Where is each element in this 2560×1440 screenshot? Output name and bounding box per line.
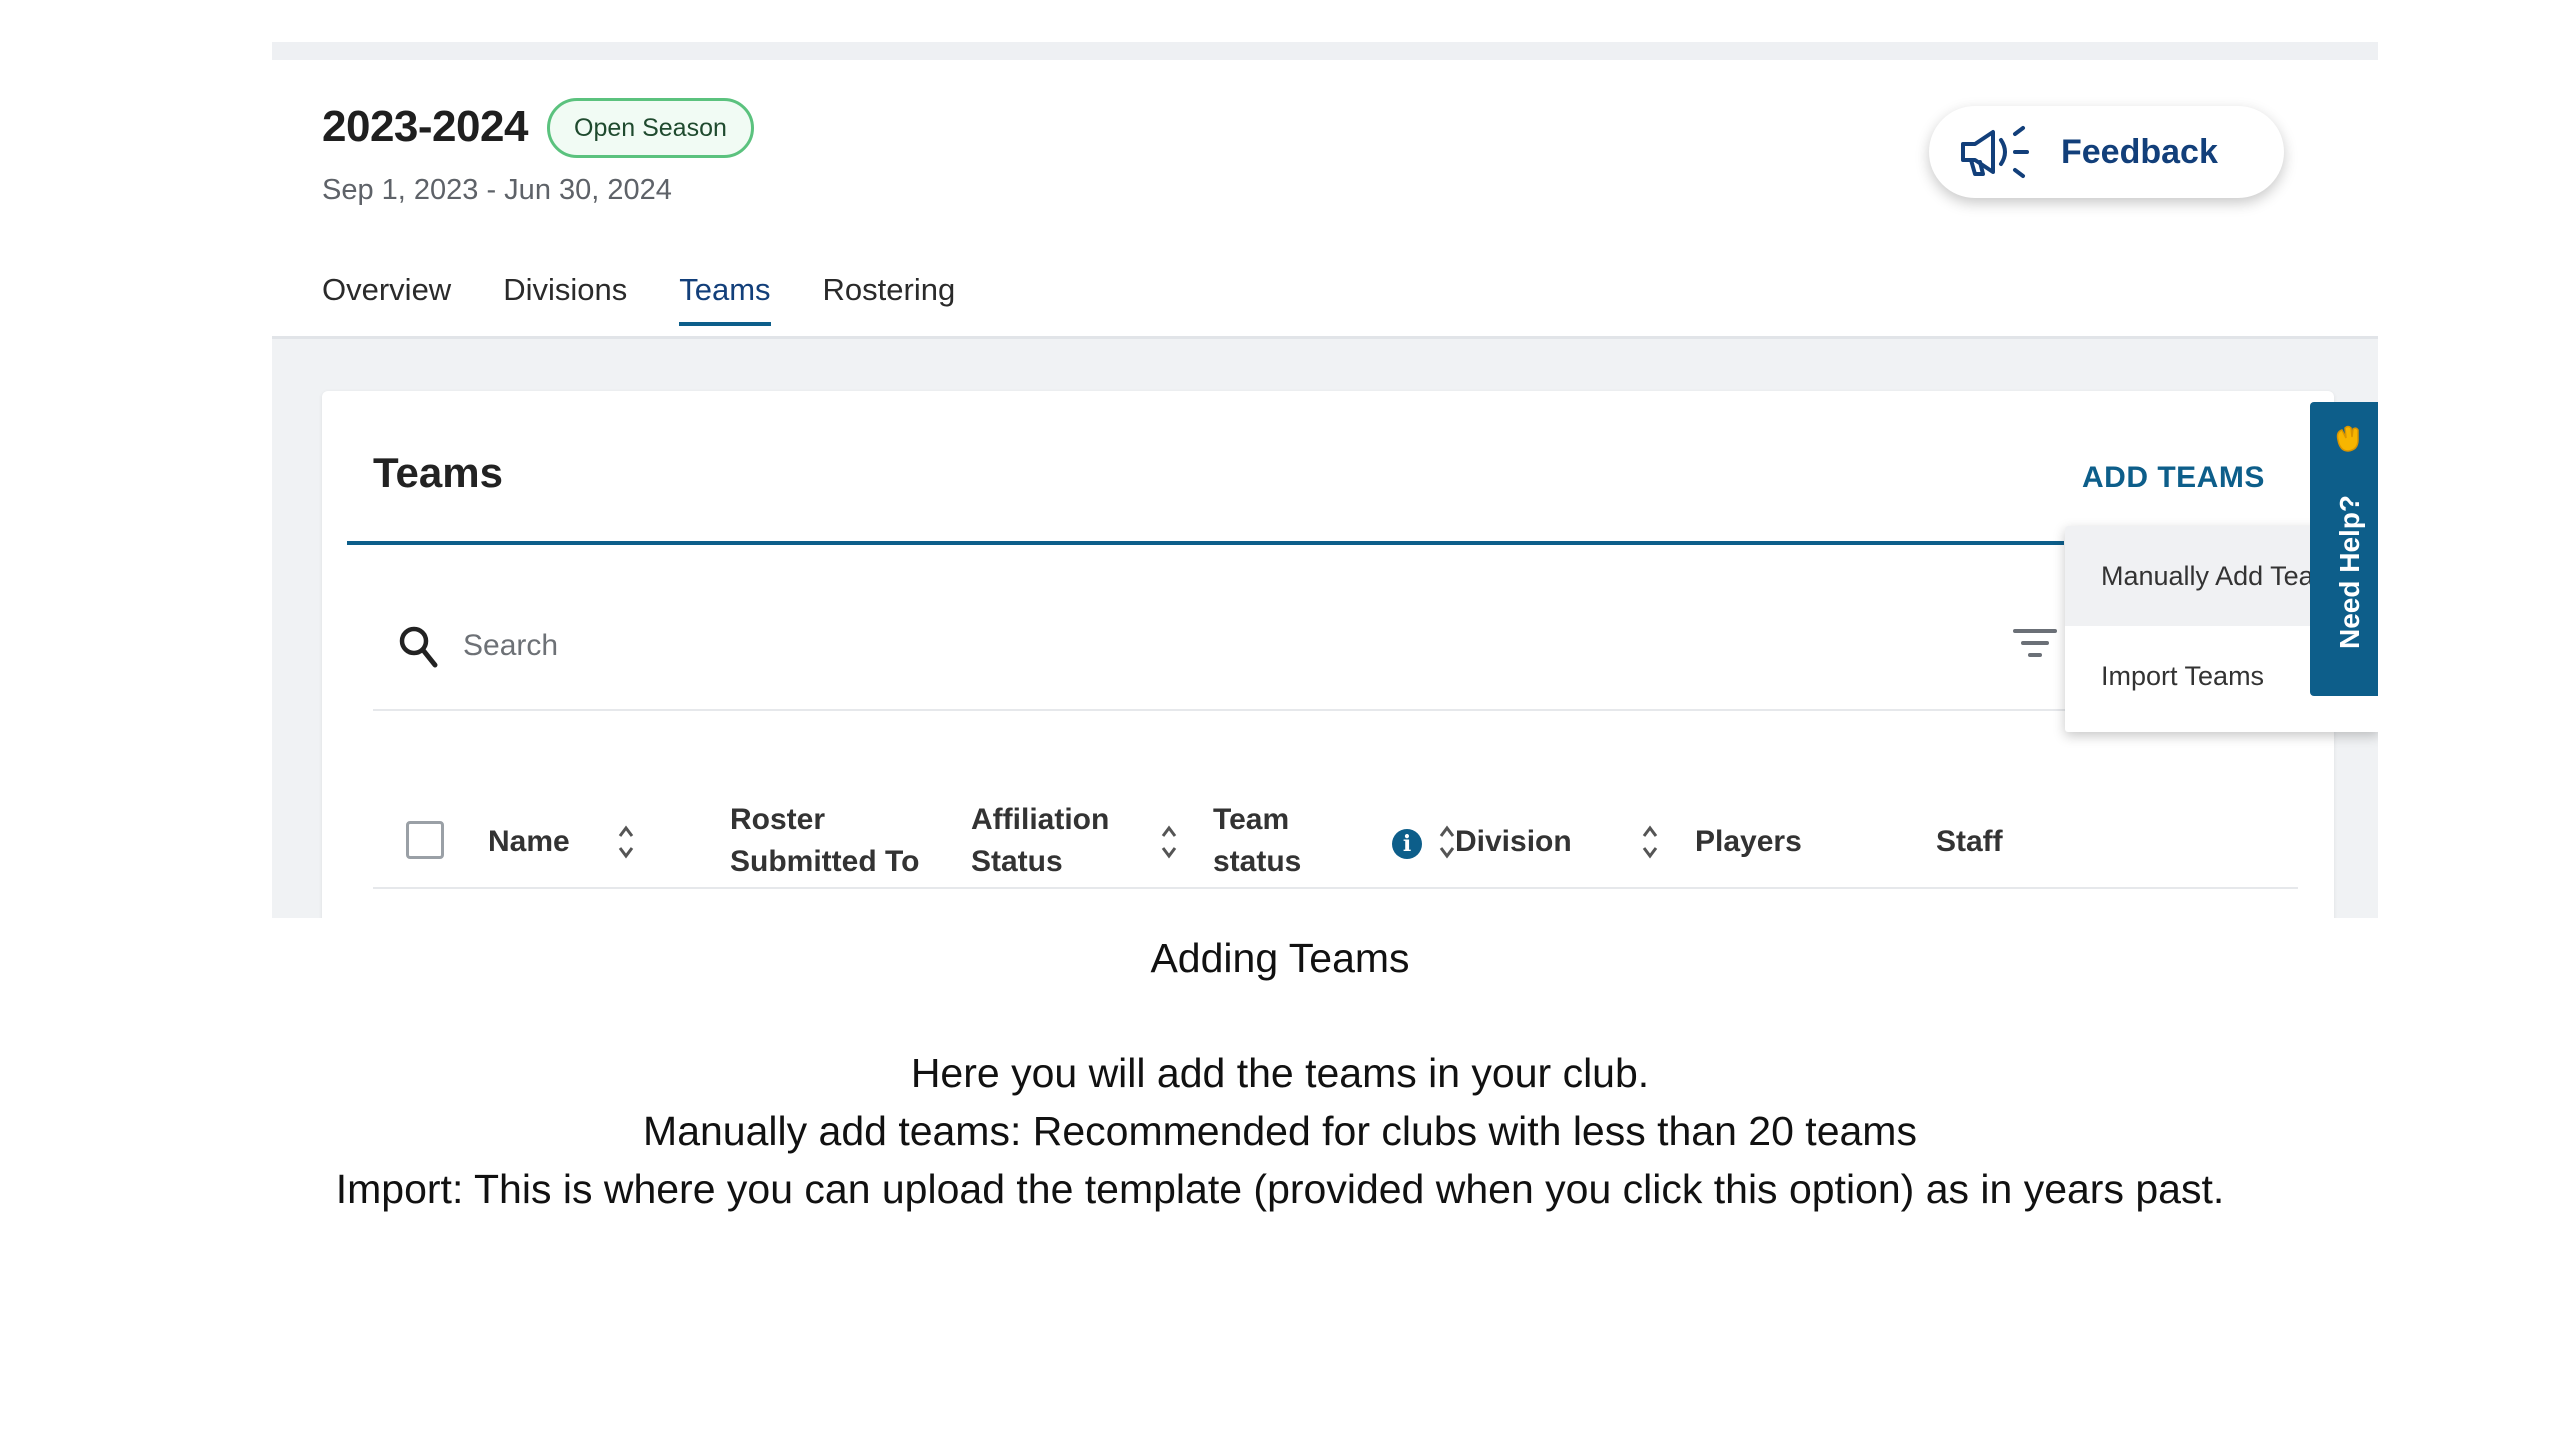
teams-card: Teams ADD TEAMS Name [322,391,2334,918]
search-bar [373,591,2073,711]
need-help-tab[interactable]: Need Help? [2310,402,2378,696]
column-header-players: Players [1695,821,1802,863]
season-dates: Sep 1, 2023 - Jun 30, 2024 [322,174,672,206]
column-label: Name [488,825,570,858]
filter-icon[interactable] [2013,625,2057,661]
column-label: status [1213,845,1302,878]
need-help-label: Need Help? [2334,494,2365,650]
search-icon [399,626,438,668]
sort-icon[interactable] [1640,823,1660,861]
column-label: Status [971,845,1063,878]
column-header-staff: Staff [1936,821,2003,863]
column-header-name[interactable]: Name [488,821,570,863]
screenshot-panel: 2023-2024 Open Season Sep 1, 2023 - Jun … [272,42,2378,918]
tab-divisions[interactable]: Divisions [503,270,627,326]
column-label: Submitted To [730,845,920,878]
season-title: 2023-2024 [322,102,528,151]
info-icon[interactable]: i [1392,829,1422,859]
caption-title: Adding Teams [1150,935,1410,981]
column-label: Affiliation [971,803,1110,836]
search-input[interactable] [463,621,1763,671]
column-header-team-status[interactable]: Team status [1213,799,1301,883]
column-header-division[interactable]: Division [1455,821,1572,863]
sort-icon[interactable] [1437,823,1457,861]
add-teams-button[interactable]: ADD TEAMS [2082,461,2265,495]
column-label: Roster [730,803,826,836]
content-area: Teams ADD TEAMS Name [272,336,2378,918]
select-all-checkbox[interactable] [406,821,444,859]
feedback-button[interactable]: Feedback [1929,106,2284,198]
column-label: Team [1213,803,1290,836]
table-header: Name Roster Submitted To Affiliation Sta… [373,781,2298,889]
waving-hand-icon [2336,425,2359,452]
status-badge: Open Season [547,98,754,158]
tab-teams[interactable]: Teams [679,270,771,326]
sort-icon[interactable] [1159,823,1179,861]
card-title: Teams [373,449,503,496]
caption-line: Here you will add the teams in your club… [910,1050,1650,1096]
tab-bar: Overview Divisions Teams Rostering [322,270,1007,326]
sort-icon[interactable] [616,823,636,861]
divider [347,541,2064,545]
column-header-roster-submitted-to: Roster Submitted To [730,799,919,883]
column-label: Players [1695,825,1802,858]
column-header-affiliation-status[interactable]: Affiliation Status [971,799,1109,883]
tab-rostering[interactable]: Rostering [823,270,956,326]
column-label: Division [1455,825,1572,858]
top-bar [272,42,2378,60]
megaphone-icon [1961,126,2029,178]
feedback-label: Feedback [2061,132,2218,171]
caption-line: Manually add teams: Recommended for club… [643,1108,1917,1154]
tab-overview[interactable]: Overview [322,270,451,326]
caption-line: Import: This is where you can upload the… [335,1166,2225,1212]
column-label: Staff [1936,825,2003,858]
